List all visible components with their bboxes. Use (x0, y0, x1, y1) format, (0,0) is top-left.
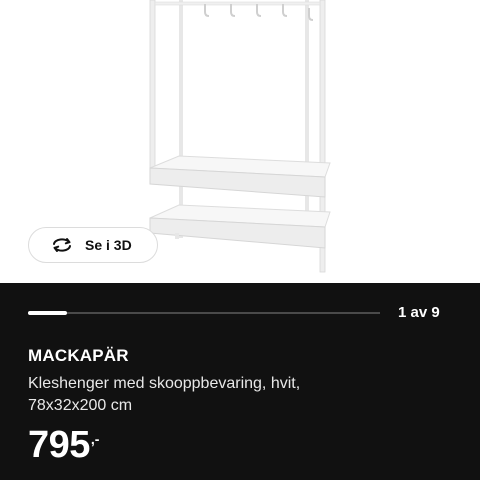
product-description: Kleshenger med skooppbevaring, hvit, 78x… (28, 373, 428, 417)
view-in-3d-label: Se i 3D (85, 237, 132, 253)
product-image-area[interactable]: Se i 3D (0, 0, 480, 283)
gallery-progress-fill (28, 311, 68, 315)
product-description-line: Kleshenger med skooppbevaring, hvit, (28, 375, 301, 392)
gallery-progress-bar[interactable] (28, 311, 380, 315)
product-price: 795 ,- (28, 425, 99, 465)
price-amount: 795 (28, 424, 90, 466)
price-suffix: ,- (90, 431, 100, 447)
rotate-3d-icon (51, 237, 73, 253)
image-counter: 1 av 9 (398, 304, 440, 321)
view-in-3d-button[interactable]: Se i 3D (28, 227, 158, 263)
product-name: MACKAPÄR (28, 346, 129, 365)
product-info-panel: 1 av 9 MACKAPÄR Kleshenger med skooppbev… (0, 283, 480, 480)
product-dimensions: 78x32x200 cm (28, 397, 133, 414)
